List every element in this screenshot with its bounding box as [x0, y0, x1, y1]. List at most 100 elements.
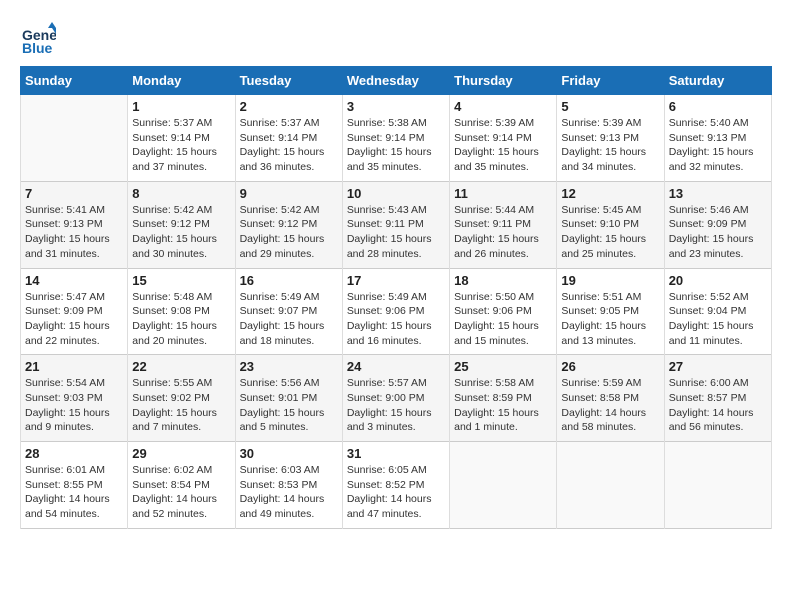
cell-info: Sunrise: 5:55 AM Sunset: 9:02 PM Dayligh… [132, 376, 230, 435]
day-number: 30 [240, 446, 338, 461]
calendar-cell: 24 Sunrise: 5:57 AM Sunset: 9:00 PM Dayli… [342, 355, 449, 442]
day-number: 5 [561, 99, 659, 114]
calendar-cell: 10 Sunrise: 5:43 AM Sunset: 9:11 PM Dayli… [342, 181, 449, 268]
calendar-cell: 21 Sunrise: 5:54 AM Sunset: 9:03 PM Dayli… [21, 355, 128, 442]
cell-info: Sunrise: 5:57 AM Sunset: 9:00 PM Dayligh… [347, 376, 445, 435]
calendar-cell: 1 Sunrise: 5:37 AM Sunset: 9:14 PM Daylig… [128, 95, 235, 182]
day-number: 10 [347, 186, 445, 201]
col-header-thursday: Thursday [450, 67, 557, 95]
calendar-cell [557, 442, 664, 529]
calendar-cell: 12 Sunrise: 5:45 AM Sunset: 9:10 PM Dayli… [557, 181, 664, 268]
page-header: General Blue [20, 20, 772, 56]
day-number: 21 [25, 359, 123, 374]
calendar-week-row: 14 Sunrise: 5:47 AM Sunset: 9:09 PM Dayli… [21, 268, 772, 355]
logo-icon: General Blue [20, 20, 56, 56]
cell-info: Sunrise: 5:43 AM Sunset: 9:11 PM Dayligh… [347, 203, 445, 262]
col-header-wednesday: Wednesday [342, 67, 449, 95]
cell-info: Sunrise: 6:05 AM Sunset: 8:52 PM Dayligh… [347, 463, 445, 522]
calendar-cell: 11 Sunrise: 5:44 AM Sunset: 9:11 PM Dayli… [450, 181, 557, 268]
cell-info: Sunrise: 5:51 AM Sunset: 9:05 PM Dayligh… [561, 290, 659, 349]
cell-info: Sunrise: 5:45 AM Sunset: 9:10 PM Dayligh… [561, 203, 659, 262]
day-number: 16 [240, 273, 338, 288]
col-header-friday: Friday [557, 67, 664, 95]
logo: General Blue [20, 20, 60, 56]
calendar-cell: 30Sunrise: 6:03 AM Sunset: 8:53 PM Dayli… [235, 442, 342, 529]
calendar-cell: 26Sunrise: 5:59 AM Sunset: 8:58 PM Dayli… [557, 355, 664, 442]
day-number: 1 [132, 99, 230, 114]
cell-info: Sunrise: 5:48 AM Sunset: 9:08 PM Dayligh… [132, 290, 230, 349]
calendar-cell: 20 Sunrise: 5:52 AM Sunset: 9:04 PM Dayli… [664, 268, 771, 355]
day-number: 2 [240, 99, 338, 114]
cell-info: Sunrise: 5:41 AM Sunset: 9:13 PM Dayligh… [25, 203, 123, 262]
cell-info: Sunrise: 5:39 AM Sunset: 9:13 PM Dayligh… [561, 116, 659, 175]
day-number: 26 [561, 359, 659, 374]
calendar-week-row: 21 Sunrise: 5:54 AM Sunset: 9:03 PM Dayli… [21, 355, 772, 442]
day-number: 14 [25, 273, 123, 288]
calendar-cell: 22 Sunrise: 5:55 AM Sunset: 9:02 PM Dayli… [128, 355, 235, 442]
cell-info: Sunrise: 5:58 AM Sunset: 8:59 PM Dayligh… [454, 376, 552, 435]
cell-info: Sunrise: 5:56 AM Sunset: 9:01 PM Dayligh… [240, 376, 338, 435]
calendar-cell: 6Sunrise: 5:40 AM Sunset: 9:13 PM Daylig… [664, 95, 771, 182]
cell-info: Sunrise: 5:46 AM Sunset: 9:09 PM Dayligh… [669, 203, 767, 262]
calendar-cell: 17Sunrise: 5:49 AM Sunset: 9:06 PM Dayli… [342, 268, 449, 355]
day-number: 11 [454, 186, 552, 201]
calendar-cell: 23 Sunrise: 5:56 AM Sunset: 9:01 PM Dayli… [235, 355, 342, 442]
day-number: 9 [240, 186, 338, 201]
day-number: 24 [347, 359, 445, 374]
cell-info: Sunrise: 5:44 AM Sunset: 9:11 PM Dayligh… [454, 203, 552, 262]
col-header-saturday: Saturday [664, 67, 771, 95]
day-number: 23 [240, 359, 338, 374]
calendar-cell: 31 Sunrise: 6:05 AM Sunset: 8:52 PM Dayli… [342, 442, 449, 529]
calendar-cell: 2 Sunrise: 5:37 AM Sunset: 9:14 PM Daylig… [235, 95, 342, 182]
calendar-week-row: 7 Sunrise: 5:41 AM Sunset: 9:13 PM Daylig… [21, 181, 772, 268]
cell-info: Sunrise: 5:47 AM Sunset: 9:09 PM Dayligh… [25, 290, 123, 349]
cell-info: Sunrise: 5:50 AM Sunset: 9:06 PM Dayligh… [454, 290, 552, 349]
day-number: 18 [454, 273, 552, 288]
calendar-cell [450, 442, 557, 529]
calendar-cell: 27 Sunrise: 6:00 AM Sunset: 8:57 PM Dayli… [664, 355, 771, 442]
cell-info: Sunrise: 6:01 AM Sunset: 8:55 PM Dayligh… [25, 463, 123, 522]
cell-info: Sunrise: 5:49 AM Sunset: 9:07 PM Dayligh… [240, 290, 338, 349]
calendar-cell: 13 Sunrise: 5:46 AM Sunset: 9:09 PM Dayli… [664, 181, 771, 268]
day-number: 27 [669, 359, 767, 374]
calendar-cell: 5 Sunrise: 5:39 AM Sunset: 9:13 PM Daylig… [557, 95, 664, 182]
cell-info: Sunrise: 5:37 AM Sunset: 9:14 PM Dayligh… [132, 116, 230, 175]
day-number: 7 [25, 186, 123, 201]
day-number: 13 [669, 186, 767, 201]
calendar-cell: 29 Sunrise: 6:02 AM Sunset: 8:54 PM Dayli… [128, 442, 235, 529]
calendar-cell: 15 Sunrise: 5:48 AM Sunset: 9:08 PM Dayli… [128, 268, 235, 355]
calendar-header-row: SundayMondayTuesdayWednesdayThursdayFrid… [21, 67, 772, 95]
calendar-cell: 28Sunrise: 6:01 AM Sunset: 8:55 PM Dayli… [21, 442, 128, 529]
day-number: 25 [454, 359, 552, 374]
calendar-cell: 19Sunrise: 5:51 AM Sunset: 9:05 PM Dayli… [557, 268, 664, 355]
day-number: 6 [669, 99, 767, 114]
day-number: 29 [132, 446, 230, 461]
day-number: 17 [347, 273, 445, 288]
calendar-cell: 25 Sunrise: 5:58 AM Sunset: 8:59 PM Dayli… [450, 355, 557, 442]
calendar-cell: 16 Sunrise: 5:49 AM Sunset: 9:07 PM Dayli… [235, 268, 342, 355]
day-number: 31 [347, 446, 445, 461]
cell-info: Sunrise: 5:42 AM Sunset: 9:12 PM Dayligh… [240, 203, 338, 262]
calendar-cell: 14 Sunrise: 5:47 AM Sunset: 9:09 PM Dayli… [21, 268, 128, 355]
day-number: 4 [454, 99, 552, 114]
calendar-cell [21, 95, 128, 182]
calendar-cell: 7 Sunrise: 5:41 AM Sunset: 9:13 PM Daylig… [21, 181, 128, 268]
day-number: 20 [669, 273, 767, 288]
cell-info: Sunrise: 5:37 AM Sunset: 9:14 PM Dayligh… [240, 116, 338, 175]
day-number: 22 [132, 359, 230, 374]
day-number: 8 [132, 186, 230, 201]
cell-info: Sunrise: 5:52 AM Sunset: 9:04 PM Dayligh… [669, 290, 767, 349]
calendar-cell: 9 Sunrise: 5:42 AM Sunset: 9:12 PM Daylig… [235, 181, 342, 268]
day-number: 12 [561, 186, 659, 201]
day-number: 3 [347, 99, 445, 114]
calendar-cell: 3 Sunrise: 5:38 AM Sunset: 9:14 PM Daylig… [342, 95, 449, 182]
calendar-cell: 4Sunrise: 5:39 AM Sunset: 9:14 PM Daylig… [450, 95, 557, 182]
calendar-week-row: 1 Sunrise: 5:37 AM Sunset: 9:14 PM Daylig… [21, 95, 772, 182]
calendar-table: SundayMondayTuesdayWednesdayThursdayFrid… [20, 66, 772, 529]
cell-info: Sunrise: 5:38 AM Sunset: 9:14 PM Dayligh… [347, 116, 445, 175]
cell-info: Sunrise: 6:02 AM Sunset: 8:54 PM Dayligh… [132, 463, 230, 522]
cell-info: Sunrise: 5:54 AM Sunset: 9:03 PM Dayligh… [25, 376, 123, 435]
day-number: 15 [132, 273, 230, 288]
cell-info: Sunrise: 6:00 AM Sunset: 8:57 PM Dayligh… [669, 376, 767, 435]
col-header-sunday: Sunday [21, 67, 128, 95]
